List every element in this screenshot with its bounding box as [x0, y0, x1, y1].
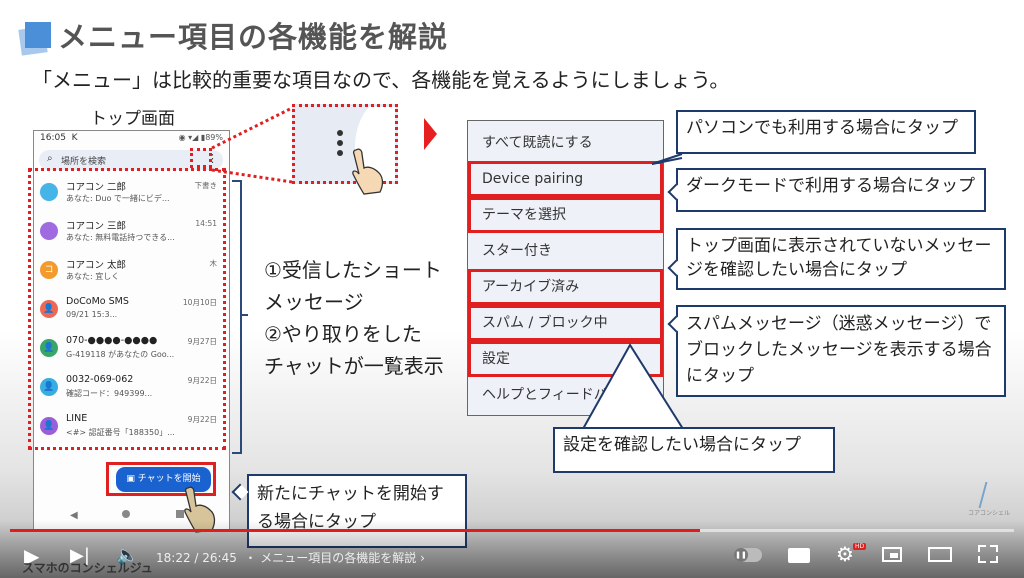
progress-played	[10, 529, 700, 532]
fullscreen-icon[interactable]	[978, 545, 998, 563]
time-display: 18:22 / 26:45 ・ メニュー項目の各機能を解説 ›	[156, 551, 425, 565]
kebab-highlight	[190, 148, 212, 168]
miniplayer-icon[interactable]	[882, 547, 902, 562]
zoom-connector	[211, 106, 293, 184]
slide-subtitle: 「メニュー」は比較的重要な項目なので、各機能を覚えるようにしましょう。	[32, 68, 730, 92]
callout-spam: スパムメッセージ（迷惑メッセージ）でブロックしたメッセージを表示する場合にタップ	[676, 305, 1006, 397]
settings-gear-icon[interactable]: ⚙	[836, 542, 854, 566]
video-frame[interactable]: メニュー項目の各機能を解説 「メニュー」は比較的重要な項目なので、各機能を覚える…	[0, 0, 1024, 578]
nav-home-icon[interactable]	[122, 510, 130, 518]
phone-label: トップ画面	[90, 109, 175, 129]
channel-name: スマホのコンシェルジュ	[22, 561, 153, 575]
list-description: ①受信したショート メッセージ ②やり取りをした チャットが一覧表示	[264, 258, 444, 378]
chat-icon: ▣	[126, 474, 138, 484]
subtitles-icon[interactable]	[788, 548, 810, 563]
list-highlight	[28, 168, 226, 450]
more-options-zoom-icon	[337, 130, 345, 160]
status-time: 16:05 K	[40, 133, 78, 143]
title-bullet	[25, 22, 51, 48]
search-icon: ⌕	[47, 153, 53, 164]
search-placeholder: 場所を検索	[61, 157, 107, 167]
channel-watermark[interactable]: コアコンシェル	[964, 482, 1014, 517]
chapter-title[interactable]: ・ メニュー項目の各機能を解説 ›	[244, 551, 424, 565]
callout-settings: 設定を確認したい場合にタップ	[553, 427, 835, 473]
autoplay-toggle[interactable]: ❚❚	[734, 548, 762, 562]
pause-icon: ❚❚	[734, 548, 748, 562]
callout-theme: ダークモードで利用する場合にタップ	[676, 168, 986, 212]
callout-start-chat-pointer	[231, 483, 249, 501]
progress-bar[interactable]	[10, 529, 1014, 532]
list-bracket	[232, 180, 242, 454]
hd-badge: HD	[853, 543, 867, 550]
slide-title: メニュー項目の各機能を解説	[58, 20, 449, 54]
watermark-logo-icon	[978, 482, 1002, 508]
list-bracket-tick	[240, 314, 248, 316]
callout-device-pairing: パソコンでも利用する場合にタップ	[676, 110, 976, 154]
pointing-hand-icon	[352, 148, 384, 195]
callout-archived: トップ画面に表示されていないメッセージを確認したい場合にタップ	[676, 228, 1006, 290]
arrow-right-icon	[424, 118, 437, 150]
theater-mode-icon[interactable]	[928, 547, 952, 562]
